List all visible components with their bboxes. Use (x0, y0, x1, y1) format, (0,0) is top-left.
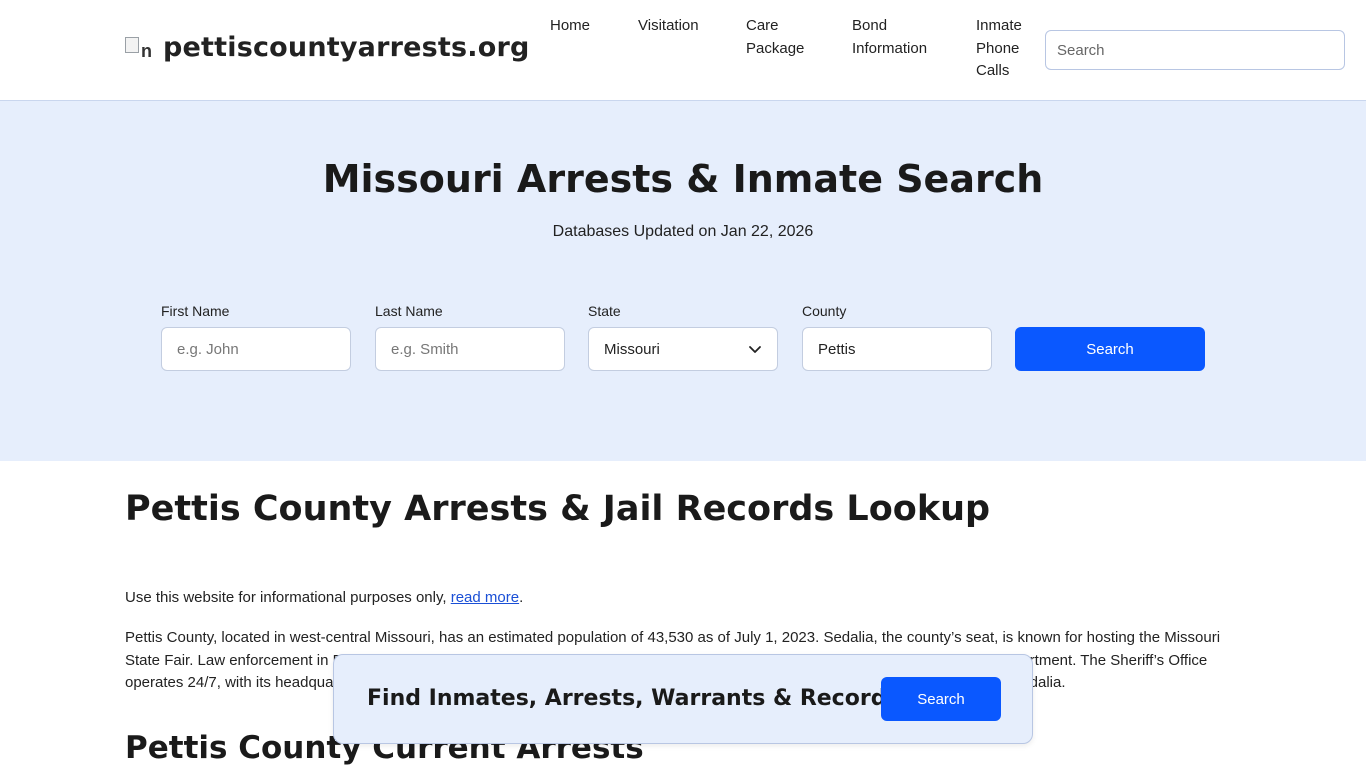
disclaimer-period: . (519, 589, 524, 606)
page-title: Pettis County Arrests & Jail Records Loo… (125, 489, 991, 529)
nav-inmate-phone-calls-line-3: Calls (976, 62, 1010, 79)
hero-search-button[interactable]: Search (1015, 327, 1205, 371)
last-name-field: Last Name (375, 303, 565, 371)
nav-visitation-label: Visitation (638, 17, 699, 34)
county-input[interactable] (802, 327, 992, 371)
nav-bond-information-line-2: Information (852, 39, 928, 57)
chevron-down-icon (749, 346, 761, 353)
state-label: State (588, 303, 621, 319)
header-search-input[interactable] (1045, 30, 1345, 70)
read-more-link[interactable]: read more (451, 589, 519, 606)
county-field: County (802, 303, 992, 371)
nav-inmate-phone-calls-line-2: Phone (976, 39, 1020, 57)
nav-care-package-line-2: Package (746, 39, 805, 57)
nav-care-package-line-1: Care (746, 17, 779, 34)
first-name-field: First Name (161, 303, 351, 371)
nav-visitation[interactable]: Visitation (638, 15, 699, 38)
brand[interactable]: n pettiscountyarrests.org (125, 31, 530, 63)
county-label: County (802, 303, 847, 319)
disclaimer-text: Use this website for informational purpo… (125, 589, 451, 606)
first-name-label: First Name (161, 303, 230, 319)
nav-inmate-phone-calls-line-1: Inmate (976, 17, 1022, 34)
state-selected-value: Missouri (604, 340, 660, 358)
state-field: State Missouri (588, 303, 778, 371)
logo-image: n (125, 31, 157, 63)
nav-bond-information-line-1: Bond (852, 17, 888, 34)
last-name-input[interactable] (375, 327, 565, 371)
site-header: n pettiscountyarrests.org Home Visitatio… (0, 0, 1366, 101)
logo-alt-text: n (141, 41, 152, 61)
floating-banner-text: Find Inmates, Arrests, Warrants & Record… (367, 686, 900, 711)
database-updated-text: Databases Updated on Jan 22, 2026 (552, 223, 814, 240)
hero-title: Missouri Arrests & Inmate Search (322, 157, 1044, 201)
first-name-input[interactable] (161, 327, 351, 371)
floating-search-button[interactable]: Search (881, 677, 1001, 721)
nav-care-package[interactable]: Care Package (746, 15, 804, 60)
broken-image-icon (125, 37, 139, 53)
nav-home[interactable]: Home (550, 15, 590, 38)
site-name[interactable]: pettiscountyarrests.org (163, 32, 530, 63)
floating-search-banner: Find Inmates, Arrests, Warrants & Record… (333, 654, 1033, 744)
hero-search-section: Missouri Arrests & Inmate Search Databas… (0, 101, 1366, 461)
disclaimer: Use this website for informational purpo… (125, 589, 523, 606)
nav-inmate-phone-calls[interactable]: Inmate Phone Calls (976, 15, 1022, 83)
state-select[interactable]: Missouri (588, 327, 778, 371)
last-name-label: Last Name (375, 303, 443, 319)
nav-bond-information[interactable]: Bond Information (852, 15, 927, 60)
nav-home-label: Home (550, 17, 591, 34)
